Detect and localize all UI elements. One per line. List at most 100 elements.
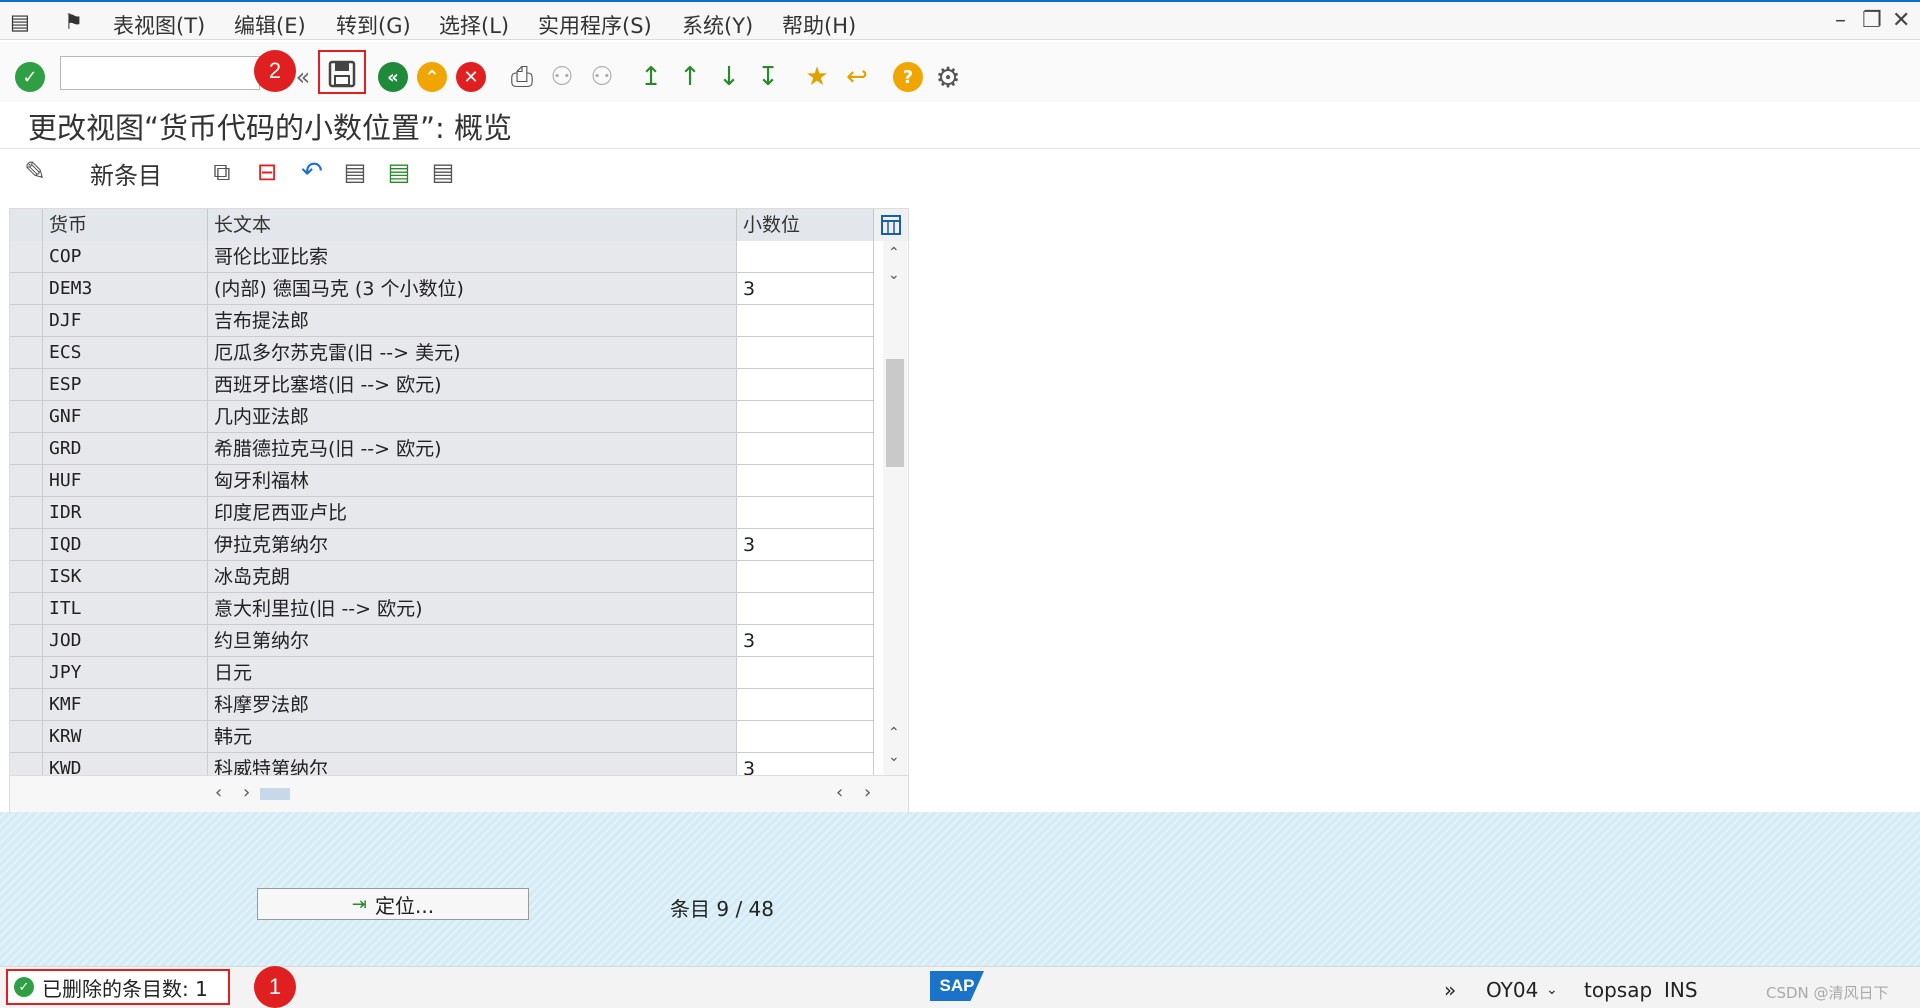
select-block-icon[interactable]: ▤ — [382, 155, 416, 189]
position-button[interactable]: ⇥ 定位... — [257, 888, 529, 920]
row-selector[interactable] — [10, 337, 43, 369]
menu-table-view[interactable]: 表视图(T) — [113, 10, 205, 40]
next-page-icon[interactable]: ↓ — [712, 60, 746, 94]
scroll-down-icon[interactable]: ⌄ — [888, 267, 900, 283]
command-field[interactable] — [60, 56, 260, 90]
cell-decimals-input[interactable] — [737, 497, 874, 529]
enter-icon[interactable]: ✓ — [13, 60, 47, 94]
scroll-left-right-icon[interactable]: ‹ — [836, 782, 843, 803]
table-row[interactable]: IDR 印度尼西亚卢比 — [10, 497, 874, 529]
row-selector[interactable] — [10, 401, 43, 433]
hscroll-thumb[interactable] — [260, 788, 290, 800]
menu-utilities[interactable]: 实用程序(S) — [538, 10, 652, 40]
table-row[interactable]: HUF 匈牙利福林 — [10, 465, 874, 497]
table-row[interactable]: ECS 厄瓜多尔苏克雷(旧 --> 美元) — [10, 337, 874, 369]
scroll-up-icon[interactable]: ⌃ — [888, 245, 900, 261]
copy-as-icon[interactable]: ⧉ — [205, 155, 239, 189]
row-selector[interactable] — [10, 465, 43, 497]
new-entries-button[interactable]: 新条目 — [90, 156, 162, 191]
row-selector[interactable] — [10, 241, 43, 273]
flag-icon[interactable]: ⚑ — [64, 10, 83, 34]
row-selector[interactable] — [10, 497, 43, 529]
cell-decimals-input[interactable] — [737, 369, 874, 401]
row-selector[interactable] — [10, 721, 43, 753]
row-selector[interactable] — [10, 529, 43, 561]
row-selector[interactable] — [10, 305, 43, 337]
table-row[interactable]: GNF 几内亚法郎 — [10, 401, 874, 433]
row-selector[interactable] — [10, 593, 43, 625]
row-selector[interactable] — [10, 433, 43, 465]
cell-decimals-input[interactable] — [737, 433, 874, 465]
cell-decimals-input[interactable] — [737, 465, 874, 497]
cell-decimals-input[interactable]: 3 — [737, 273, 874, 305]
horizontal-scrollbar[interactable]: ‹ › ‹ › — [10, 775, 908, 812]
column-header-currency[interactable]: 货币 — [43, 209, 208, 241]
deselect-all-icon[interactable]: ▤ — [426, 155, 460, 189]
transaction-code[interactable]: OY04 — [1486, 978, 1538, 1002]
shortcut-icon[interactable]: ↩ — [840, 60, 874, 94]
cell-decimals-input[interactable]: 3 — [737, 625, 874, 657]
restore-icon[interactable]: ❐ — [1862, 8, 1882, 33]
select-all-icon[interactable]: ▤ — [338, 155, 372, 189]
undo-icon[interactable]: ↶ — [295, 155, 329, 189]
cell-decimals-input[interactable] — [737, 305, 874, 337]
column-header-long-text[interactable]: 长文本 — [208, 209, 737, 241]
settings-icon[interactable]: ⚙ — [931, 60, 965, 94]
table-row[interactable]: KMF 科摩罗法郎 — [10, 689, 874, 721]
table-row[interactable]: ISK 冰岛克朗 — [10, 561, 874, 593]
cell-decimals-input[interactable] — [737, 337, 874, 369]
cell-decimals-input[interactable] — [737, 657, 874, 689]
row-select-header[interactable] — [10, 209, 43, 241]
table-row[interactable]: JPY 日元 — [10, 657, 874, 689]
table-row[interactable]: DEM3 (内部) 德国马克 (3 个小数位) 3 — [10, 273, 874, 305]
print-icon[interactable]: ⎙ — [505, 60, 539, 94]
scroll-right-right-icon[interactable]: › — [864, 782, 871, 803]
minimize-icon[interactable]: – — [1835, 8, 1846, 33]
table-settings-icon[interactable] — [874, 209, 908, 241]
find-next-icon[interactable]: ⚇ — [585, 60, 619, 94]
menu-edit[interactable]: 编辑(E) — [234, 10, 306, 40]
menu-help[interactable]: 帮助(H) — [782, 10, 856, 40]
page-up-icon[interactable]: ⌃ — [888, 725, 900, 741]
close-icon[interactable]: ✕ — [1892, 8, 1910, 33]
row-selector[interactable] — [10, 625, 43, 657]
scroll-right-icon[interactable]: › — [243, 782, 250, 803]
display-change-icon[interactable]: ✎ — [18, 155, 52, 189]
previous-page-icon[interactable]: ↑ — [673, 60, 707, 94]
back-double-icon[interactable]: « — [286, 60, 320, 94]
menu-goto[interactable]: 转到(G) — [336, 10, 411, 40]
cell-decimals-input[interactable] — [737, 721, 874, 753]
row-selector[interactable] — [10, 273, 43, 305]
row-selector[interactable] — [10, 689, 43, 721]
menu-system[interactable]: 系统(Y) — [682, 10, 753, 40]
scroll-thumb[interactable] — [886, 359, 904, 467]
first-page-icon[interactable]: ↥ — [634, 60, 668, 94]
back-icon[interactable]: « — [376, 60, 410, 94]
row-selector[interactable] — [10, 369, 43, 401]
create-session-icon[interactable]: ★ — [800, 60, 834, 94]
table-row[interactable]: KRW 韩元 — [10, 721, 874, 753]
cell-decimals-input[interactable] — [737, 401, 874, 433]
row-selector[interactable] — [10, 561, 43, 593]
table-row[interactable]: GRD 希腊德拉克马(旧 --> 欧元) — [10, 433, 874, 465]
cell-decimals-input[interactable]: 3 — [737, 529, 874, 561]
page-down-icon[interactable]: ⌄ — [888, 749, 900, 765]
delete-icon[interactable]: ⊟ — [250, 155, 284, 189]
cell-decimals-input[interactable] — [737, 241, 874, 273]
vertical-scrollbar[interactable]: ⌃ ⌄ ⌃ ⌄ — [883, 241, 907, 775]
cell-decimals-input[interactable] — [737, 561, 874, 593]
cancel-icon[interactable]: ✕ — [454, 60, 488, 94]
find-icon[interactable]: ⚇ — [545, 60, 579, 94]
table-row[interactable]: COP 哥伦比亚比索 — [10, 241, 874, 273]
save-icon[interactable] — [325, 57, 359, 91]
row-selector[interactable] — [10, 657, 43, 689]
insert-mode[interactable]: INS — [1664, 978, 1698, 1002]
exit-icon[interactable]: ⌃ — [415, 60, 449, 94]
last-page-icon[interactable]: ↧ — [751, 60, 785, 94]
table-row[interactable]: DJF 吉布提法郎 — [10, 305, 874, 337]
cell-decimals-input[interactable] — [737, 593, 874, 625]
menu-selection[interactable]: 选择(L) — [439, 10, 509, 40]
table-row[interactable]: ESP 西班牙比塞塔(旧 --> 欧元) — [10, 369, 874, 401]
table-row[interactable]: IQD 伊拉克第纳尔 3 — [10, 529, 874, 561]
cell-decimals-input[interactable] — [737, 689, 874, 721]
